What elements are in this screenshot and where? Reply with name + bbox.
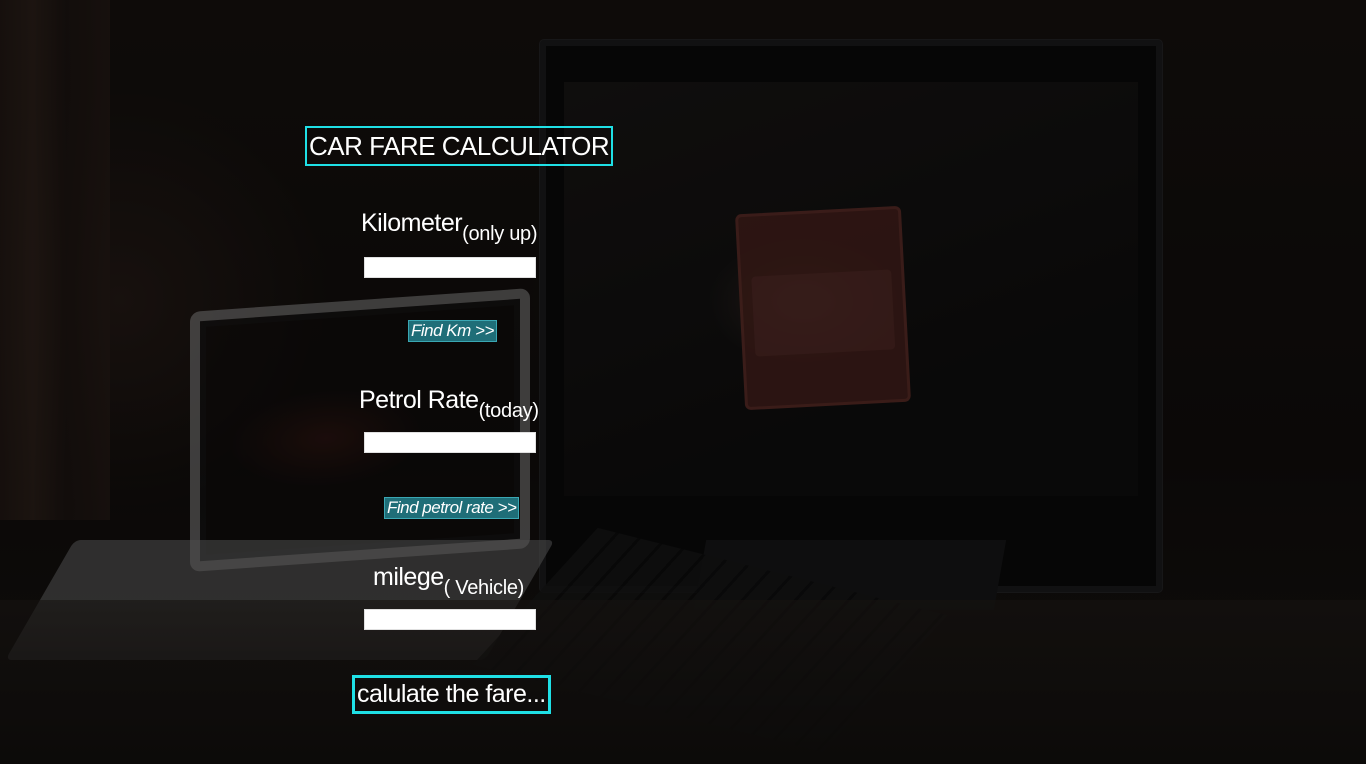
milege-input[interactable] — [364, 609, 536, 630]
page-title: CAR FARE CALCULATOR — [305, 126, 614, 166]
kilometer-label: Kilometer — [361, 209, 463, 237]
calculate-fare-button[interactable]: calulate the fare... — [352, 675, 551, 714]
fare-calculator-form: CAR FARE CALCULATOR Kilometer(only up) F… — [0, 0, 900, 764]
find-km-button[interactable]: Find Km >> — [408, 320, 497, 342]
find-petrol-rate-button[interactable]: Find petrol rate >> — [384, 497, 520, 519]
petrol-rate-label: Petrol Rate — [359, 386, 479, 414]
kilometer-input[interactable] — [364, 257, 536, 278]
petrol-rate-label-group: Petrol Rate(today) — [359, 386, 539, 422]
petrol-rate-input[interactable] — [364, 432, 536, 453]
milege-label-group: milege( Vehicle) — [373, 563, 524, 599]
kilometer-sublabel: (only up) — [462, 223, 538, 245]
petrol-rate-sublabel: (today) — [478, 400, 539, 422]
milege-sublabel: ( Vehicle) — [443, 577, 525, 599]
kilometer-label-group: Kilometer(only up) — [361, 209, 538, 245]
milege-label: milege — [373, 563, 444, 591]
